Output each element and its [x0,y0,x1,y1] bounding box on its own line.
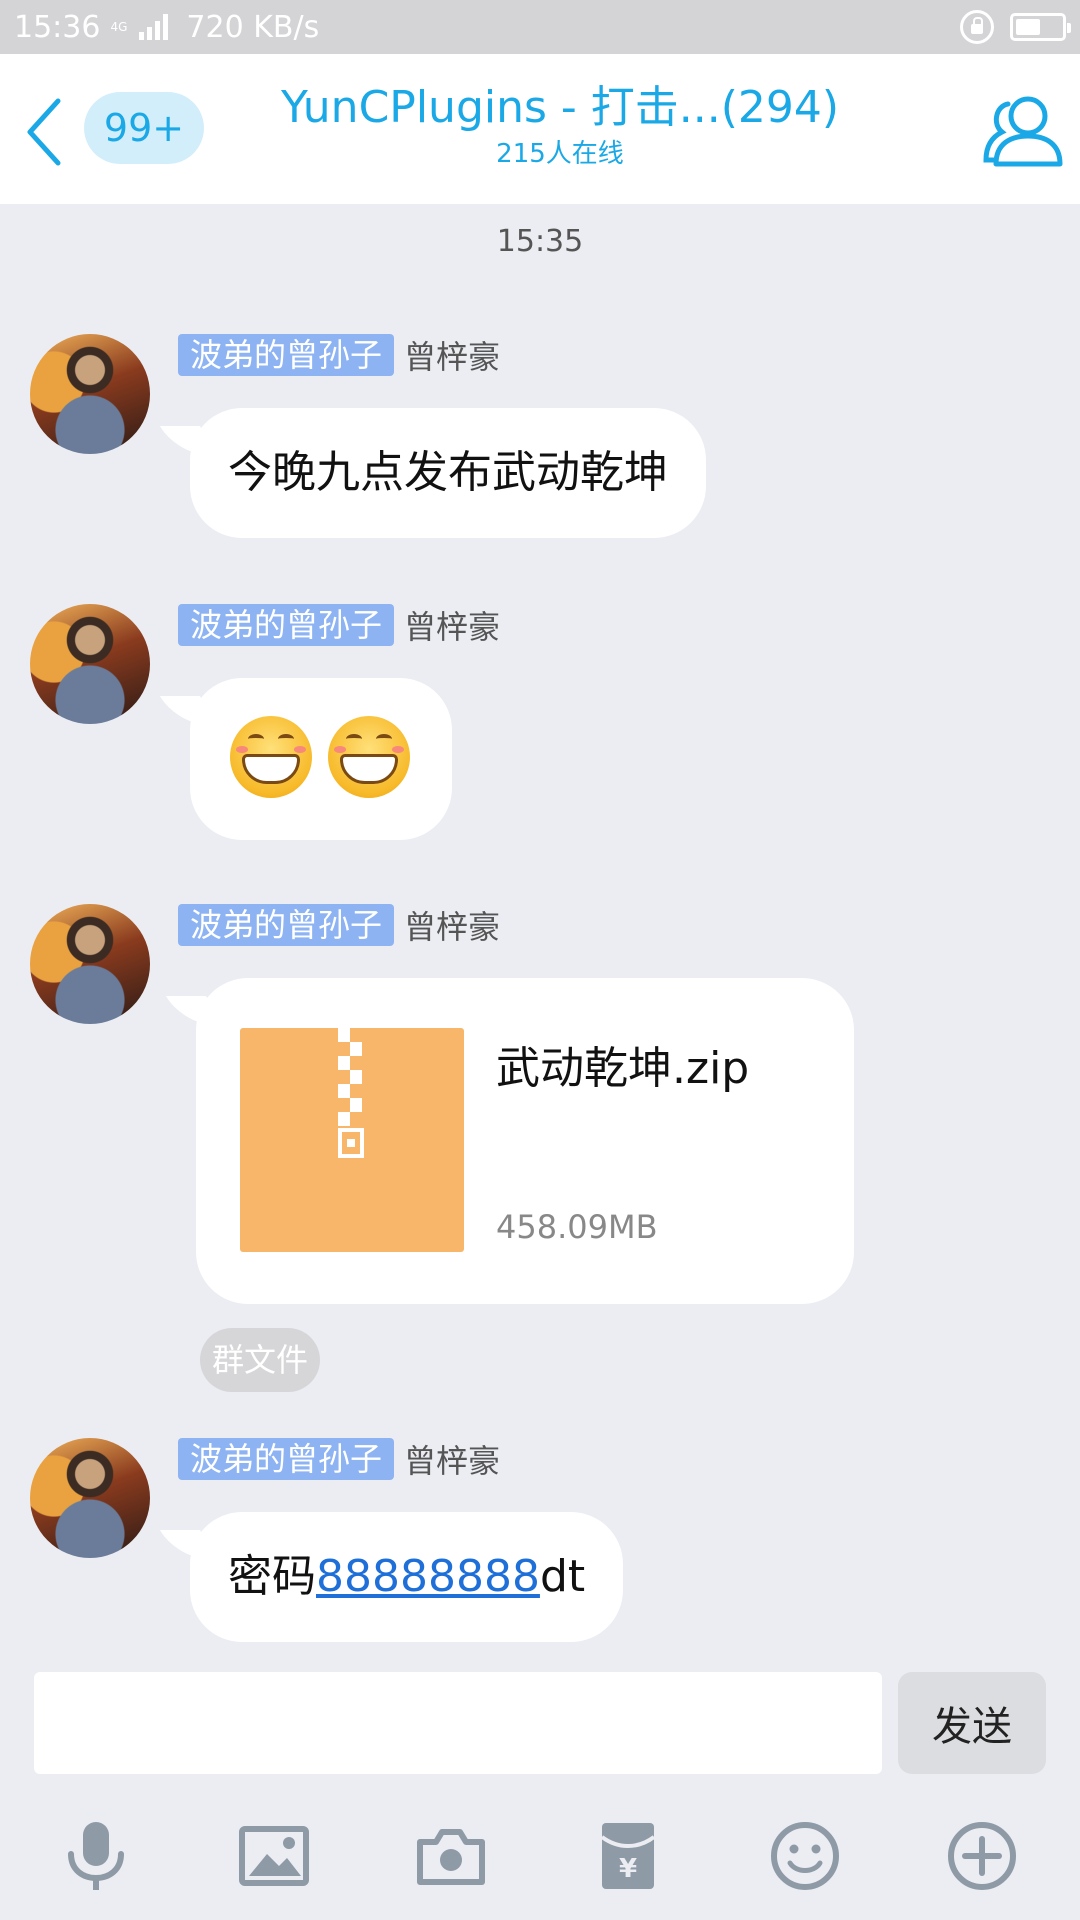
group-members-button[interactable] [976,84,1070,178]
camera-button[interactable] [411,1816,491,1896]
online-count: 215人在线 [496,139,624,169]
message-timestamp: 15:35 [496,224,584,259]
camera-icon [417,1829,485,1885]
avatar[interactable] [30,1438,150,1558]
file-size: 458.09MB [496,1208,658,1246]
sender-name[interactable]: 曾梓豪 [404,902,500,948]
sender-row: 波弟的曾孙子 曾梓豪 [178,1438,500,1480]
sender-name[interactable]: 曾梓豪 [404,602,500,648]
grin-emoji-icon [230,716,312,798]
sender-row: 波弟的曾孙子 曾梓豪 [178,334,500,376]
sender-name[interactable]: 曾梓豪 [404,332,500,378]
send-button[interactable]: 发送 [898,1672,1046,1774]
emoji-button[interactable] [765,1816,845,1896]
svg-text:¥: ¥ [619,1854,637,1884]
message-link[interactable]: 88888888 [316,1551,540,1602]
status-bar: 15:36 4G 720 KB/s [0,0,1080,54]
image-icon [239,1826,309,1886]
more-button[interactable] [942,1816,1022,1896]
rotation-lock-icon [960,10,994,44]
message-bubble[interactable] [190,678,452,840]
message-text-suffix: dt [539,1551,586,1602]
unread-count-badge[interactable]: 99+ [84,92,204,164]
sender-row: 波弟的曾孙子 曾梓豪 [178,604,500,646]
smiley-icon [771,1822,839,1890]
status-time: 15:36 [14,9,101,45]
red-packet-button[interactable]: ¥ [588,1816,668,1896]
zip-file-icon [240,1028,464,1252]
message-text: 密码88888888dt [190,1512,623,1642]
chevron-left-icon [27,98,61,166]
file-message-bubble[interactable]: 武动乾坤.zip 458.09MB [196,978,854,1304]
battery-icon [1010,13,1071,41]
red-packet-icon: ¥ [600,1823,656,1889]
message-bubble[interactable]: 密码88888888dt [190,1512,624,1642]
avatar[interactable] [30,904,150,1024]
back-button[interactable] [14,92,74,172]
chat-header: 99+ YunCPlugins - 打击...(294) 215人在线 [0,54,1080,204]
plus-icon [948,1822,1016,1890]
message-input[interactable] [34,1672,882,1774]
group-members-icon [983,96,1063,167]
input-toolbar: ¥ [0,1794,1080,1920]
rank-tag: 波弟的曾孙子 [178,1438,395,1480]
message-text-prefix: 密码 [228,1551,316,1602]
file-name: 武动乾坤.zip [496,1043,750,1094]
avatar[interactable] [30,604,150,724]
chat-title: YunCPlugins - 打击...(294) [280,82,840,133]
network-speed: 720 KB/s [186,9,320,45]
rank-tag: 波弟的曾孙子 [178,904,395,946]
title-block: YunCPlugins - 打击...(294) 215人在线 [230,80,890,172]
rank-tag: 波弟的曾孙子 [178,604,395,646]
input-bar: 发送 [0,1654,1080,1794]
voice-button[interactable] [56,1816,136,1896]
signal-icon [139,14,169,40]
sender-name[interactable]: 曾梓豪 [404,1436,500,1482]
sender-row: 波弟的曾孙子 曾梓豪 [178,904,500,946]
message-bubble[interactable]: 今晚九点发布武动乾坤 [190,408,706,538]
rank-tag: 波弟的曾孙子 [178,334,395,376]
group-file-tag[interactable]: 群文件 [200,1328,321,1392]
network-type: 4G [110,20,128,34]
avatar[interactable] [30,334,150,454]
grin-emoji-icon [328,716,410,798]
microphone-icon [68,1822,124,1890]
message-text: 今晚九点发布武动乾坤 [228,447,668,498]
chat-message-list[interactable]: 15:35 波弟的曾孙子 曾梓豪 今晚九点发布武动乾坤 波弟的曾孙子 曾梓豪 波… [0,204,1080,1654]
image-button[interactable] [234,1816,314,1896]
